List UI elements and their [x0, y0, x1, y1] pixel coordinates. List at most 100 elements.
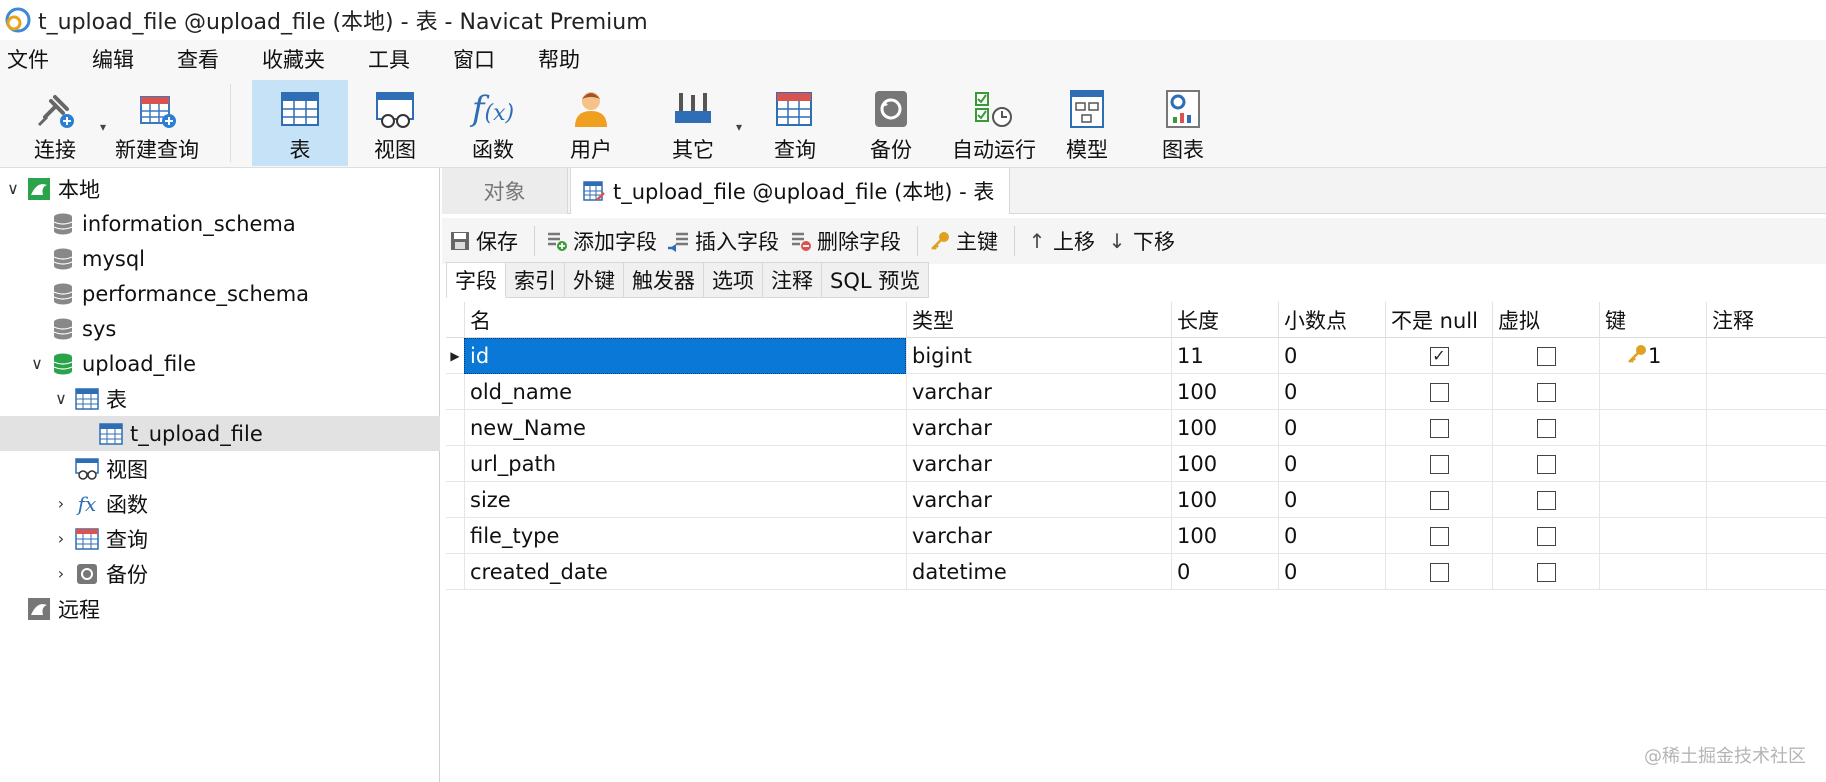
chevron-down-icon[interactable]: ∨	[52, 389, 70, 408]
tree-item-t-upload-file[interactable]: t_upload_file	[0, 416, 440, 451]
primary-key-button[interactable]: 主键	[926, 226, 1000, 256]
view-button[interactable]: 视图	[352, 80, 438, 166]
virtual-checkbox[interactable]	[1536, 490, 1556, 510]
subtab-sql-preview[interactable]: SQL 预览	[822, 262, 930, 298]
cell-length[interactable]: 100	[1171, 446, 1278, 482]
cell-name[interactable]: new_Name	[464, 410, 906, 446]
cell-decimals[interactable]: 0	[1278, 374, 1385, 410]
menu-window[interactable]: 窗口	[446, 44, 517, 74]
cell-name[interactable]: url_path	[464, 446, 906, 482]
table-row[interactable]: file_type varchar 100 0	[446, 518, 1826, 554]
column-header-key[interactable]: 键	[1599, 302, 1706, 338]
cell-key[interactable]	[1599, 482, 1706, 518]
column-header-type[interactable]: 类型	[906, 302, 1171, 338]
tab-objects[interactable]: 对象	[442, 168, 568, 214]
tree-item-queries-folder[interactable]: › 查询	[0, 521, 440, 556]
new-query-button[interactable]: 新建查询	[112, 80, 202, 166]
tree-item-database[interactable]: mysql	[0, 241, 440, 276]
not-null-checkbox[interactable]	[1429, 418, 1449, 438]
cell-key[interactable]	[1599, 410, 1706, 446]
function-button[interactable]: f(x) 函数	[450, 80, 536, 166]
subtab-indexes[interactable]: 索引	[506, 262, 565, 298]
user-button[interactable]: 用户	[548, 80, 634, 166]
cell-name[interactable]: id	[464, 338, 906, 374]
cell-type[interactable]: datetime	[906, 554, 1171, 590]
virtual-checkbox[interactable]	[1536, 526, 1556, 546]
not-null-checkbox[interactable]: ✓	[1429, 346, 1449, 366]
add-field-button[interactable]: 添加字段	[543, 226, 659, 256]
delete-field-button[interactable]: 删除字段	[787, 226, 903, 256]
cell-comment[interactable]	[1706, 554, 1826, 590]
chevron-down-icon[interactable]: ∨	[28, 354, 46, 373]
save-button[interactable]: 保存	[446, 226, 520, 256]
cell-length[interactable]: 11	[1171, 338, 1278, 374]
column-header-virtual[interactable]: 虚拟	[1492, 302, 1599, 338]
cell-decimals[interactable]: 0	[1278, 338, 1385, 374]
cell-comment[interactable]	[1706, 410, 1826, 446]
others-button[interactable]: 其它 ▾	[650, 80, 742, 166]
cell-type[interactable]: varchar	[906, 446, 1171, 482]
virtual-checkbox[interactable]	[1536, 346, 1556, 366]
move-down-button[interactable]: ↓ 下移	[1103, 226, 1177, 256]
tree-item-tables-folder[interactable]: ∨ 表	[0, 381, 440, 416]
not-null-checkbox[interactable]	[1429, 490, 1449, 510]
subtab-foreign-keys[interactable]: 外键	[565, 262, 624, 298]
not-null-checkbox[interactable]	[1429, 454, 1449, 474]
cell-name[interactable]: created_date	[464, 554, 906, 590]
menu-tools[interactable]: 工具	[361, 44, 432, 74]
tree-item-local[interactable]: ∨ 本地	[0, 171, 440, 206]
column-header-decimals[interactable]: 小数点	[1278, 302, 1385, 338]
insert-field-button[interactable]: 插入字段	[665, 226, 781, 256]
cell-type[interactable]: varchar	[906, 374, 1171, 410]
chevron-down-icon[interactable]: ▾	[100, 120, 106, 134]
subtab-fields[interactable]: 字段	[446, 262, 506, 298]
cell-comment[interactable]	[1706, 374, 1826, 410]
chevron-down-icon[interactable]: ▾	[736, 120, 742, 134]
not-null-checkbox[interactable]	[1429, 382, 1449, 402]
table-row[interactable]: ▶ id bigint 11 0 ✓ 1	[446, 338, 1826, 374]
cell-comment[interactable]	[1706, 338, 1826, 374]
table-row[interactable]: size varchar 100 0	[446, 482, 1826, 518]
virtual-checkbox[interactable]	[1536, 418, 1556, 438]
cell-name[interactable]: size	[464, 482, 906, 518]
cell-length[interactable]: 100	[1171, 518, 1278, 554]
backup-button[interactable]: 备份	[848, 80, 934, 166]
column-header-name[interactable]: 名	[464, 302, 906, 338]
tab-table-design[interactable]: t_upload_file @upload_file (本地) - 表	[570, 168, 1010, 214]
table-button[interactable]: 表	[252, 80, 348, 166]
cell-decimals[interactable]: 0	[1278, 518, 1385, 554]
cell-decimals[interactable]: 0	[1278, 410, 1385, 446]
connect-button[interactable]: 连接 ▾	[10, 80, 106, 166]
not-null-checkbox[interactable]	[1429, 562, 1449, 582]
chevron-right-icon[interactable]: ›	[52, 494, 70, 513]
subtab-triggers[interactable]: 触发器	[624, 262, 704, 298]
chevron-down-icon[interactable]: ∨	[4, 179, 22, 198]
cell-key[interactable]	[1599, 554, 1706, 590]
cell-key[interactable]	[1599, 518, 1706, 554]
cell-type[interactable]: bigint	[906, 338, 1171, 374]
table-row[interactable]: created_date datetime 0 0	[446, 554, 1826, 590]
tree-item-database[interactable]: information_schema	[0, 206, 440, 241]
subtab-options[interactable]: 选项	[704, 262, 763, 298]
virtual-checkbox[interactable]	[1536, 382, 1556, 402]
cell-comment[interactable]	[1706, 518, 1826, 554]
cell-name[interactable]: file_type	[464, 518, 906, 554]
tree-item-database[interactable]: sys	[0, 311, 440, 346]
menu-help[interactable]: 帮助	[531, 44, 602, 74]
menu-edit[interactable]: 编辑	[85, 44, 156, 74]
menu-file[interactable]: 文件	[0, 44, 71, 74]
cell-type[interactable]: varchar	[906, 410, 1171, 446]
cell-decimals[interactable]: 0	[1278, 446, 1385, 482]
column-header-length[interactable]: 长度	[1171, 302, 1278, 338]
cell-length[interactable]: 0	[1171, 554, 1278, 590]
chevron-right-icon[interactable]: ›	[52, 564, 70, 583]
cell-length[interactable]: 100	[1171, 374, 1278, 410]
cell-comment[interactable]	[1706, 482, 1826, 518]
cell-type[interactable]: varchar	[906, 482, 1171, 518]
virtual-checkbox[interactable]	[1536, 562, 1556, 582]
tree-item-remote[interactable]: 远程	[0, 591, 440, 626]
cell-comment[interactable]	[1706, 446, 1826, 482]
subtab-comment[interactable]: 注释	[763, 262, 822, 298]
cell-key[interactable]: 1	[1599, 338, 1706, 374]
move-up-button[interactable]: ↑ 上移	[1023, 226, 1097, 256]
